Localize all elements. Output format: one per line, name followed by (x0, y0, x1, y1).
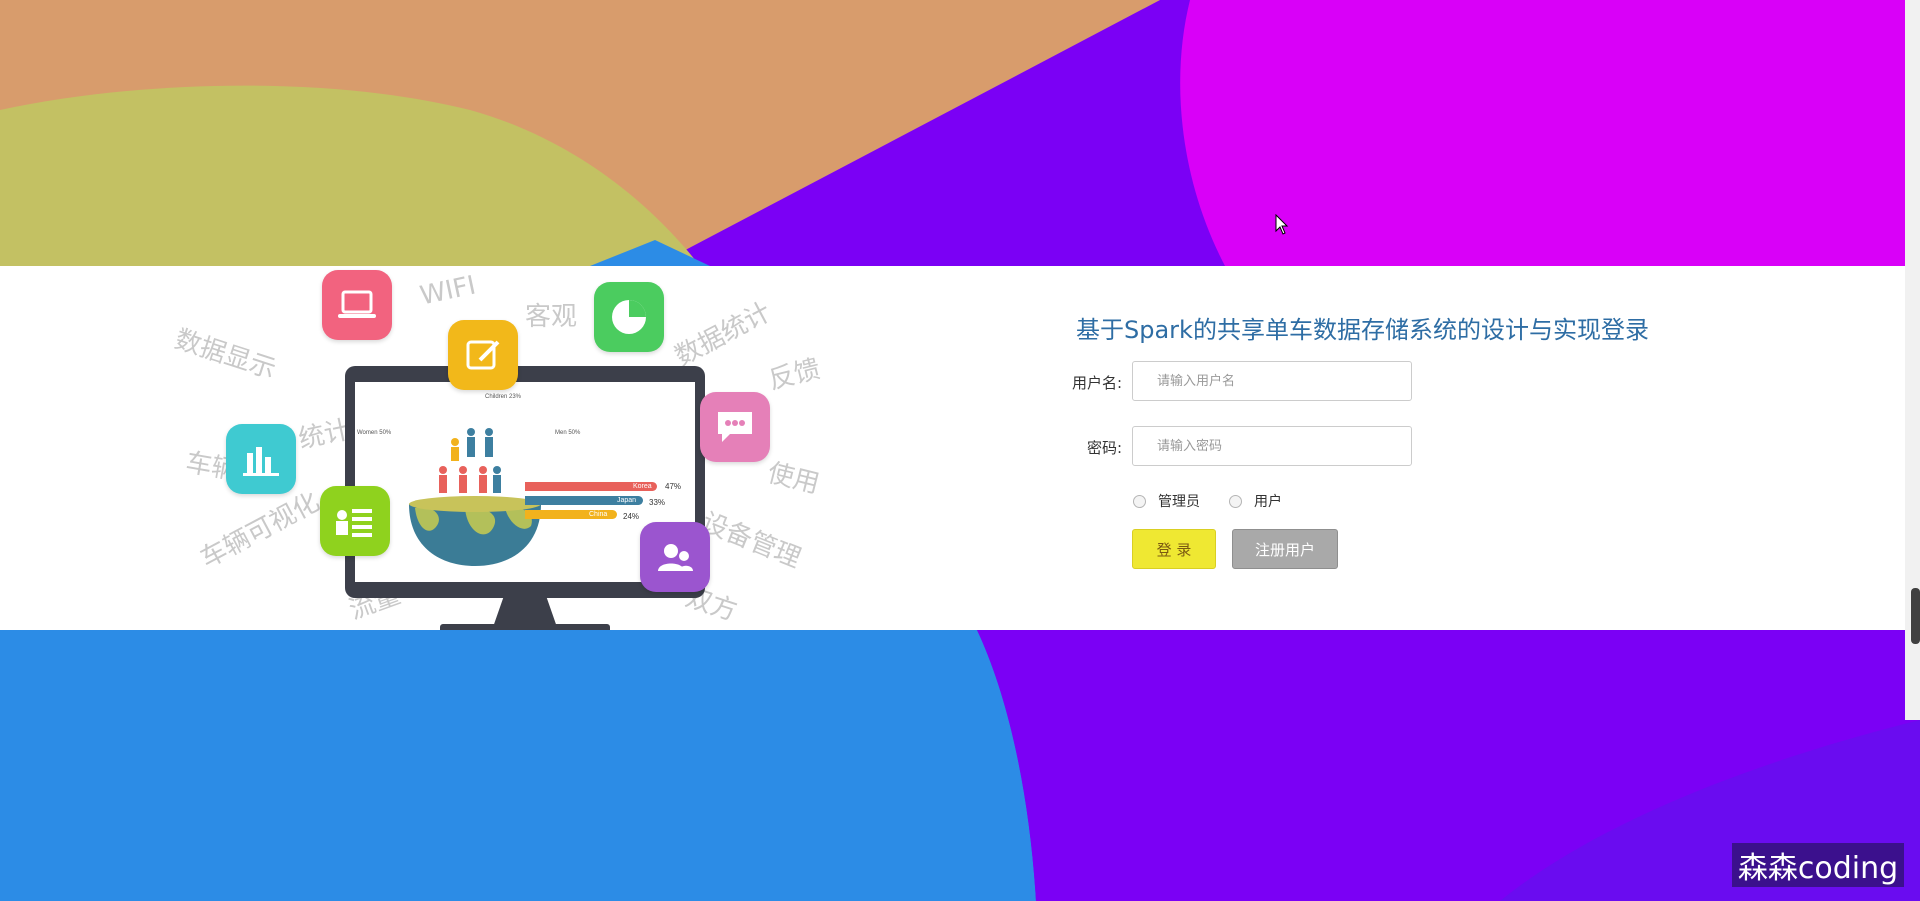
infographic-label: Women 50% (357, 430, 392, 436)
mouse-cursor-icon (1275, 214, 1289, 235)
tag-word: 使用 (764, 458, 823, 500)
watermark: 森森coding (1732, 843, 1904, 887)
globe-infographic (409, 428, 541, 566)
radio-admin[interactable] (1133, 494, 1146, 508)
username-input[interactable] (1132, 361, 1412, 401)
password-input[interactable] (1132, 426, 1412, 466)
infographic-bar-label: Korea (633, 483, 652, 490)
infographic-label: Men 50% (555, 430, 581, 436)
chat-icon (700, 392, 770, 462)
list-icon (320, 486, 390, 556)
edit-icon (448, 320, 518, 390)
laptop-icon (322, 270, 392, 340)
role-admin-option[interactable]: 管理员 (1133, 491, 1200, 511)
radio-admin-label: 管理员 (1158, 494, 1200, 510)
infographic-label: Children 23% (485, 394, 522, 400)
infographic-pct: 33% (649, 498, 666, 507)
radio-user-label: 用户 (1254, 494, 1282, 510)
infographic-pct: 47% (665, 482, 682, 491)
users-icon (640, 522, 710, 592)
radio-user[interactable] (1229, 494, 1242, 508)
infographic-pct: 24% (623, 512, 640, 521)
monitor-base (440, 624, 610, 630)
infographic-bar-label: Japan (617, 497, 637, 504)
page-title: 基于Spark的共享单车数据存储系统的设计与实现登录 (1076, 316, 1649, 344)
tag-word: 反馈 (765, 354, 824, 396)
tag-word: 客观 (525, 302, 578, 332)
illustration: WIFI 客观 数据显示 数据统计 反馈 统计 车辆 使用 车辆可视化 设备管理… (171, 266, 860, 630)
login-button[interactable]: 登 录 (1132, 529, 1216, 569)
username-label: 用户名: (1071, 374, 1122, 392)
tag-word: 数据显示 (171, 324, 280, 386)
tag-word: WIFI (417, 270, 479, 312)
register-button[interactable]: 注册用户 (1232, 529, 1338, 569)
tag-word: 数据统计 (670, 297, 777, 373)
role-user-option[interactable]: 用户 (1229, 491, 1282, 511)
pie-chart-icon (594, 282, 664, 352)
scrollbar-thumb[interactable] (1911, 588, 1920, 644)
tag-word: 车辆可视化 (195, 486, 325, 575)
bar-chart-icon (226, 424, 296, 494)
infographic-bar-label: China (589, 511, 608, 518)
tag-word: 设备管理 (697, 507, 805, 575)
password-label: 密码: (1086, 439, 1122, 457)
